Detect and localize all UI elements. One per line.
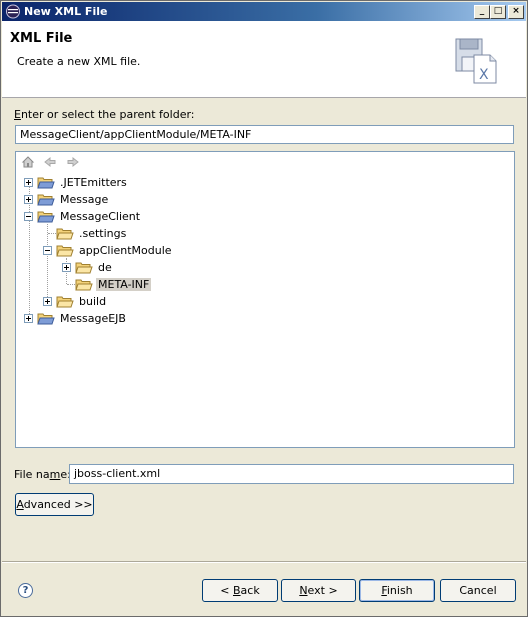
forward-arrow-icon[interactable] <box>66 155 80 169</box>
page-title: XML File <box>10 31 73 46</box>
file-name-input[interactable]: jboss-client.xml <box>69 464 514 484</box>
folder-icon <box>56 245 74 257</box>
folder-icon <box>75 279 93 291</box>
window-title: New XML File <box>24 5 108 18</box>
expand-toggle[interactable] <box>24 195 33 204</box>
tree-toolbar <box>16 152 514 172</box>
project-icon <box>37 313 55 325</box>
back-button[interactable]: < Back <box>202 579 278 602</box>
tree-node-de[interactable]: de <box>16 259 316 276</box>
tree-node-messageclient[interactable]: MessageClient <box>16 208 316 225</box>
eclipse-icon <box>6 4 20 19</box>
project-icon <box>37 211 55 223</box>
title-bar[interactable]: New XML File _ □ × <box>2 2 526 21</box>
advanced-button[interactable]: Advanced >> <box>15 493 94 516</box>
tree-node-settings[interactable]: .settings <box>16 225 316 242</box>
folder-icon <box>75 262 93 274</box>
wizard-banner: XML File Create a new XML file. X <box>2 21 526 98</box>
tree-node-messageejb[interactable]: MessageEJB <box>16 310 316 327</box>
home-icon[interactable] <box>21 155 35 169</box>
expand-toggle[interactable] <box>24 178 33 187</box>
expand-toggle[interactable] <box>43 297 52 306</box>
collapse-toggle[interactable] <box>24 212 33 221</box>
project-icon <box>37 194 55 206</box>
collapse-toggle[interactable] <box>43 246 52 255</box>
tree-node-build[interactable]: build <box>16 293 316 310</box>
footer-separator <box>2 561 526 563</box>
expand-toggle[interactable] <box>62 263 71 272</box>
minimize-button[interactable]: _ <box>474 5 490 19</box>
back-arrow-icon[interactable] <box>43 155 57 169</box>
expand-toggle[interactable] <box>24 314 33 323</box>
folder-icon <box>56 296 74 308</box>
tree-node-appclientmodule[interactable]: appClientModule <box>16 242 316 259</box>
page-description: Create a new XML file. <box>17 55 141 68</box>
tree-node-jetemitters[interactable]: .JETEmitters <box>16 174 316 191</box>
tree-node-message[interactable]: Message <box>16 191 316 208</box>
project-icon <box>37 177 55 189</box>
help-icon[interactable]: ? <box>18 583 33 598</box>
new-xml-file-dialog: New XML File _ □ × XML File Create a new… <box>0 0 528 617</box>
parent-folder-input[interactable]: MessageClient/appClientModule/META-INF <box>15 125 514 144</box>
folder-icon <box>56 228 74 240</box>
folder-tree[interactable]: .JETEmitters Message MessageClient .sett… <box>15 151 515 448</box>
close-button[interactable]: × <box>508 5 524 19</box>
tree-node-meta-inf[interactable]: META-INF <box>16 276 316 293</box>
selected-node-label: META-INF <box>96 278 152 291</box>
file-name-label: File name: <box>14 468 71 481</box>
finish-button[interactable]: Finish <box>359 579 435 602</box>
new-xml-file-icon: X <box>455 38 497 84</box>
maximize-button[interactable]: □ <box>490 5 506 19</box>
svg-text:X: X <box>479 67 489 83</box>
parent-folder-label: Enter or select the parent folder: <box>14 108 195 121</box>
next-button[interactable]: Next > <box>281 579 356 602</box>
cancel-button[interactable]: Cancel <box>440 579 516 602</box>
